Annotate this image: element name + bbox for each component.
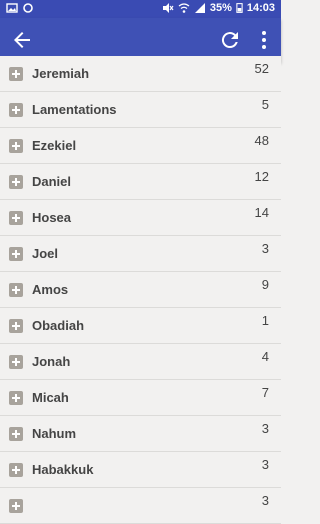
book-list: Jeremiah 52 Lamentations 5 Ezekiel 48 Danie… — [0, 56, 281, 524]
wifi-icon — [178, 3, 190, 13]
status-bar: 35% 14:03 — [0, 0, 281, 18]
list-item[interactable]: Jonah 4 — [0, 344, 281, 380]
chapter-count: 9 — [261, 277, 269, 292]
gallery-notification-icon — [6, 3, 18, 13]
expand-plus-icon[interactable] — [9, 139, 23, 153]
list-item[interactable]: Joel 3 — [0, 236, 281, 272]
book-name: Obadiah — [32, 318, 85, 333]
signal-icon — [194, 3, 205, 13]
expand-plus-icon[interactable] — [9, 463, 23, 477]
chapter-count: 3 — [261, 241, 269, 256]
book-name: Jeremiah — [32, 66, 90, 81]
list-item[interactable]: Daniel 12 — [0, 164, 281, 200]
book-name: Lamentations — [32, 102, 117, 117]
chapter-count: 4 — [261, 349, 269, 364]
back-arrow-icon[interactable] — [10, 28, 34, 52]
expand-plus-icon[interactable] — [9, 175, 23, 189]
chapter-count: 14 — [254, 205, 269, 220]
list-item[interactable]: Habakkuk 3 — [0, 452, 281, 488]
expand-plus-icon[interactable] — [9, 427, 23, 441]
book-name: Amos — [32, 282, 69, 297]
expand-plus-icon[interactable] — [9, 103, 23, 117]
expand-plus-icon[interactable] — [9, 67, 23, 81]
clock: 14:03 — [246, 2, 275, 14]
chapter-count: 5 — [261, 97, 269, 112]
book-name: Hosea — [32, 210, 72, 225]
chapter-count: 7 — [261, 385, 269, 400]
battery-icon — [236, 3, 243, 13]
list-item[interactable]: Hosea 14 — [0, 200, 281, 236]
chapter-count: 48 — [254, 133, 269, 148]
expand-plus-icon[interactable] — [9, 499, 23, 513]
status-right: 35% 14:03 — [162, 2, 275, 14]
book-name: Ezekiel — [32, 138, 77, 153]
expand-plus-icon[interactable] — [9, 355, 23, 369]
book-name: Habakkuk — [32, 462, 94, 477]
expand-plus-icon[interactable] — [9, 283, 23, 297]
mute-icon — [162, 3, 174, 13]
list-item[interactable]: Amos 9 — [0, 272, 281, 308]
book-name: Daniel — [32, 174, 72, 189]
list-item[interactable]: 3 — [0, 488, 281, 524]
status-left — [6, 2, 34, 14]
chapter-count: 3 — [261, 493, 269, 508]
expand-plus-icon[interactable] — [9, 211, 23, 225]
battery-percent: 35% — [209, 2, 232, 14]
more-vert-icon[interactable] — [252, 28, 276, 52]
book-name: Jonah — [32, 354, 71, 369]
book-name: Nahum — [32, 426, 77, 441]
list-item[interactable]: Micah 7 — [0, 380, 281, 416]
chapter-count: 52 — [254, 61, 269, 76]
sync-notification-icon — [23, 3, 33, 13]
list-item[interactable]: Ezekiel 48 — [0, 128, 281, 164]
expand-plus-icon[interactable] — [9, 247, 23, 261]
book-name: Micah — [32, 390, 69, 405]
list-item[interactable]: Lamentations 5 — [0, 92, 281, 128]
chapter-count: 12 — [254, 169, 269, 184]
list-item[interactable]: Obadiah 1 — [0, 308, 281, 344]
book-name: Joel — [32, 246, 59, 261]
list-item[interactable]: Nahum 3 — [0, 416, 281, 452]
refresh-icon[interactable] — [218, 28, 242, 52]
chapter-count: 1 — [261, 313, 269, 328]
chapter-count: 3 — [261, 421, 269, 436]
expand-plus-icon[interactable] — [9, 319, 23, 333]
chapter-count: 3 — [261, 457, 269, 472]
expand-plus-icon[interactable] — [9, 391, 23, 405]
list-item[interactable]: Jeremiah 52 — [0, 56, 281, 92]
